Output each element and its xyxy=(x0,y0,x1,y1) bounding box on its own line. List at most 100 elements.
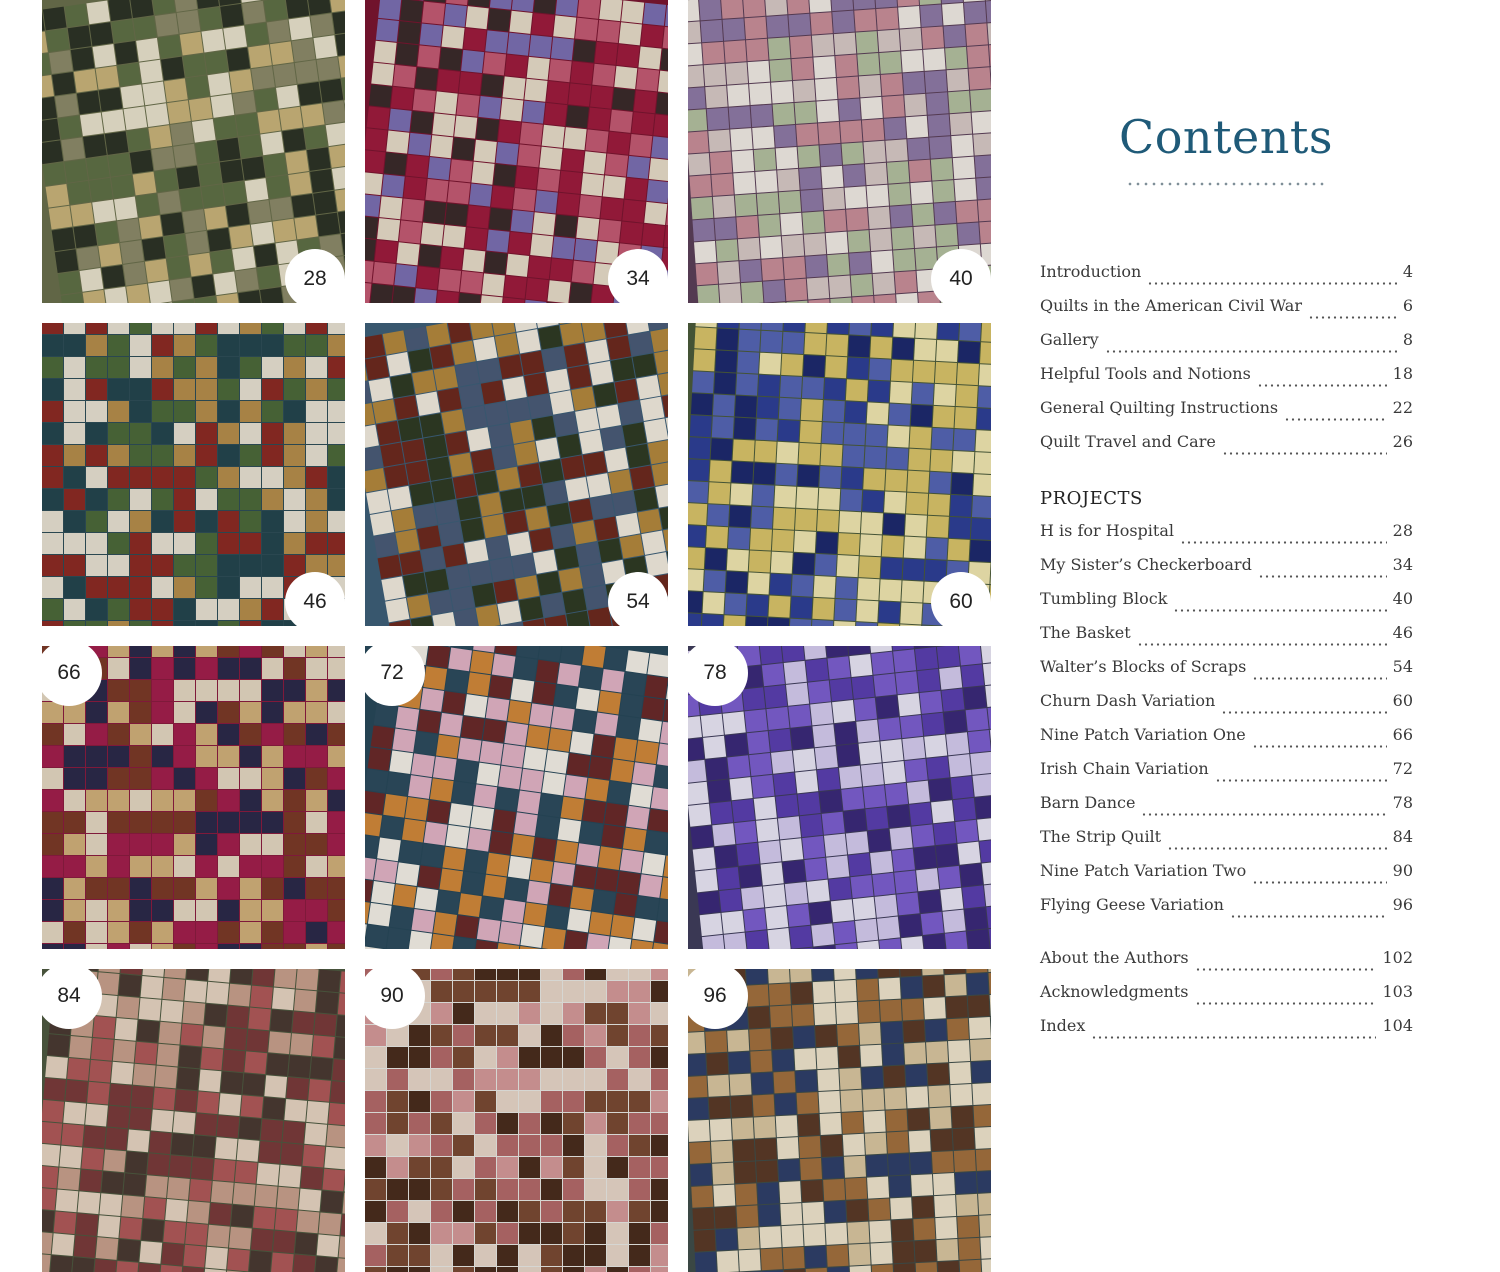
toc-entry-title: Nine Patch Variation Two xyxy=(1040,861,1247,880)
toc-entry[interactable]: My Sister’s Checkerboard 34 xyxy=(1040,555,1413,589)
quilt-photo: 96 xyxy=(688,969,991,1272)
toc-entry[interactable]: The Basket 46 xyxy=(1040,623,1413,657)
toc-entry-title: Flying Geese Variation xyxy=(1040,895,1224,914)
toc-entry[interactable]: Quilts in the American Civil War 6 xyxy=(1040,296,1413,330)
page-number-badge: 28 xyxy=(285,249,345,303)
toc-entry[interactable]: Introduction 4 xyxy=(1040,262,1413,296)
toc-entry-page: 22 xyxy=(1392,398,1413,417)
toc-entry-page: 4 xyxy=(1402,262,1413,281)
toc-end-list: About the Authors 102 Acknowledgments 103 In… xyxy=(1040,948,1413,1050)
quilt-photo: 34 xyxy=(365,0,668,303)
toc-entry-title: Nine Patch Variation One xyxy=(1040,725,1246,744)
toc-entry-title: About the Authors xyxy=(1040,948,1189,967)
contents-title: Contents xyxy=(1119,110,1333,164)
toc-entry-title: Irish Chain Variation xyxy=(1040,759,1209,778)
toc-entry-page: 46 xyxy=(1392,623,1413,642)
toc-entry[interactable]: Walter’s Blocks of Scraps 54 xyxy=(1040,657,1413,691)
quilt-photo: 72 xyxy=(365,646,668,949)
quilt-photo: 66 xyxy=(42,646,345,949)
toc-entry-title: Barn Dance xyxy=(1040,793,1136,812)
toc-projects-list: H is for Hospital 28 My Sister’s Checkerbo… xyxy=(1040,521,1413,929)
dot-leader xyxy=(1141,813,1387,816)
toc-entry[interactable]: Nine Patch Variation Two 90 xyxy=(1040,861,1413,895)
dot-leader xyxy=(1179,541,1387,544)
toc-entry-page: 72 xyxy=(1392,759,1413,778)
page-number-badge: 60 xyxy=(931,572,991,626)
page-number-badge: 54 xyxy=(608,572,668,626)
toc-entry-title: Index xyxy=(1040,1016,1086,1035)
quilt-photo: 40 xyxy=(688,0,991,303)
dot-leader xyxy=(1252,881,1387,884)
dot-leader xyxy=(1147,282,1397,285)
dot-leader xyxy=(1284,418,1387,421)
dot-leader xyxy=(1194,968,1377,971)
toc-entry-page: 40 xyxy=(1392,589,1413,608)
toc-entry-title: Helpful Tools and Notions xyxy=(1040,364,1251,383)
toc-entry[interactable]: The Strip Quilt 84 xyxy=(1040,827,1413,861)
toc-entry-page: 84 xyxy=(1392,827,1413,846)
toc-entry-page: 103 xyxy=(1382,982,1413,1001)
toc-entry-page: 78 xyxy=(1392,793,1413,812)
toc-intro-list: Introduction 4 Quilts in the American Civi… xyxy=(1040,262,1413,466)
toc-entry[interactable]: Acknowledgments 103 xyxy=(1040,982,1413,1016)
toc-entry-page: 18 xyxy=(1392,364,1413,383)
toc-entry-title: H is for Hospital xyxy=(1040,521,1174,540)
toc-entry[interactable]: Gallery 8 xyxy=(1040,330,1413,364)
dot-leader xyxy=(1221,711,1387,714)
dot-leader xyxy=(1252,677,1387,680)
dot-leader xyxy=(1221,452,1387,455)
toc-entry[interactable]: Churn Dash Variation 60 xyxy=(1040,691,1413,725)
toc-entry-title: Tumbling Block xyxy=(1040,589,1168,608)
dot-leader xyxy=(1256,384,1387,387)
toc-entry[interactable]: About the Authors 102 xyxy=(1040,948,1413,982)
toc-entry-title: Introduction xyxy=(1040,262,1142,281)
dot-leader xyxy=(1308,316,1397,319)
toc-entry-title: Churn Dash Variation xyxy=(1040,691,1216,710)
dot-leader xyxy=(1173,609,1387,612)
toc-entry-page: 54 xyxy=(1392,657,1413,676)
toc-entry[interactable]: Flying Geese Variation 96 xyxy=(1040,895,1413,929)
toc-entry-page: 96 xyxy=(1392,895,1413,914)
quilt-photo: 46 xyxy=(42,323,345,626)
dot-leader xyxy=(1229,915,1387,918)
toc-entry-page: 66 xyxy=(1392,725,1413,744)
toc-entry-page: 90 xyxy=(1392,861,1413,880)
quilt-photo: 78 xyxy=(688,646,991,949)
toc-entry-title: Acknowledgments xyxy=(1040,982,1189,1001)
toc-entry-title: Walter’s Blocks of Scraps xyxy=(1040,657,1247,676)
toc-entry[interactable]: H is for Hospital 28 xyxy=(1040,521,1413,555)
toc-entry-title: General Quilting Instructions xyxy=(1040,398,1279,417)
quilt-photo: 28 xyxy=(42,0,345,303)
toc-entry-page: 8 xyxy=(1402,330,1413,349)
toc-entry[interactable]: Barn Dance 78 xyxy=(1040,793,1413,827)
dot-leader xyxy=(1214,779,1387,782)
toc-entry-title: Quilts in the American Civil War xyxy=(1040,296,1302,315)
toc-entry-page: 28 xyxy=(1392,521,1413,540)
toc-entry-page: 34 xyxy=(1392,555,1413,574)
toc-entry-title: The Strip Quilt xyxy=(1040,827,1162,846)
projects-heading: PROJECTS xyxy=(1040,488,1143,509)
toc-entry[interactable]: Irish Chain Variation 72 xyxy=(1040,759,1413,793)
title-dotted-rule xyxy=(1126,182,1326,186)
toc-entry-page: 60 xyxy=(1392,691,1413,710)
toc-entry-page: 102 xyxy=(1382,948,1413,967)
dot-leader xyxy=(1257,575,1387,578)
toc-entry[interactable]: Index 104 xyxy=(1040,1016,1413,1050)
dot-leader xyxy=(1167,847,1387,850)
quilt-photo: 54 xyxy=(365,323,668,626)
toc-entry-title: The Basket xyxy=(1040,623,1131,642)
toc-entry[interactable]: Tumbling Block 40 xyxy=(1040,589,1413,623)
page-number-badge: 40 xyxy=(931,249,991,303)
dot-leader xyxy=(1104,350,1397,353)
dot-leader xyxy=(1091,1036,1377,1039)
quilt-photo: 84 xyxy=(42,969,345,1272)
quilt-photo: 90 xyxy=(365,969,668,1272)
toc-entry[interactable]: Nine Patch Variation One 66 xyxy=(1040,725,1413,759)
toc-entry[interactable]: General Quilting Instructions 22 xyxy=(1040,398,1413,432)
toc-entry-title: My Sister’s Checkerboard xyxy=(1040,555,1252,574)
page-number-badge: 34 xyxy=(608,249,668,303)
toc-entry[interactable]: Quilt Travel and Care 26 xyxy=(1040,432,1413,466)
toc-entry-page: 26 xyxy=(1392,432,1413,451)
toc-entry[interactable]: Helpful Tools and Notions 18 xyxy=(1040,364,1413,398)
dot-leader xyxy=(1194,1002,1377,1005)
